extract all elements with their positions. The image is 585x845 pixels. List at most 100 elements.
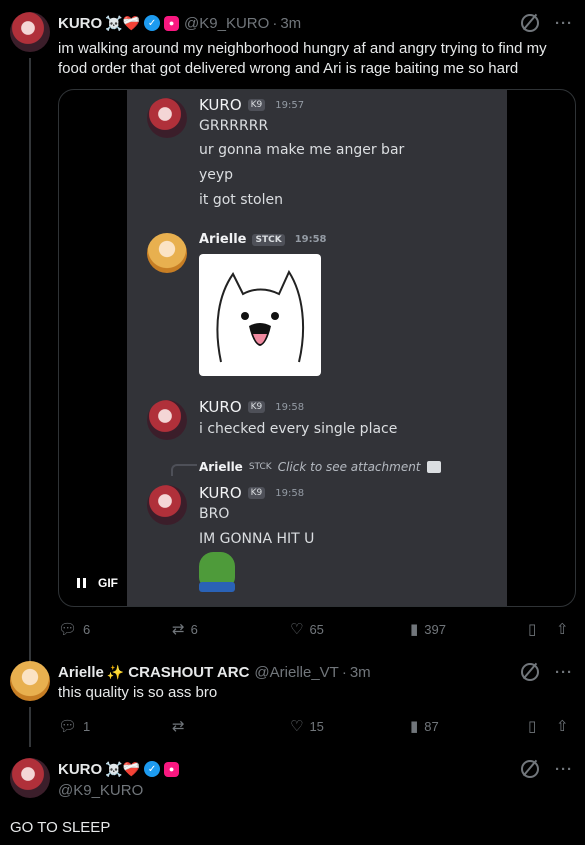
separator-dot: ·: [272, 14, 278, 32]
chat-username-text: KURO: [199, 96, 242, 114]
reply-connector: [171, 464, 197, 476]
chat-timestamp: 19:58: [275, 487, 305, 499]
display-name-suffix[interactable]: CRASHOUT ARC: [128, 664, 249, 681]
name-emoji: ☠️❤️‍🩹: [105, 760, 141, 777]
tweet-kuro-focused[interactable]: KURO ☠️❤️‍🩹 ✓ ● @K9_KURO ··· GO TO SLEEP: [0, 758, 585, 845]
gif-controls[interactable]: GIF: [77, 576, 118, 590]
like-count: 15: [309, 718, 324, 734]
retweet-button[interactable]: ⇄: [172, 717, 191, 735]
share-button[interactable]: ⇧: [556, 717, 569, 735]
retweet-icon: ⇄: [172, 621, 185, 638]
verified-badge-icon[interactable]: ✓: [144, 761, 161, 777]
share-button[interactable]: ⇧: [556, 620, 569, 638]
cat-sticker-image: [199, 254, 321, 376]
affiliate-badge-icon[interactable]: ●: [164, 15, 180, 31]
more-icon[interactable]: ···: [555, 761, 573, 778]
chat-username-text: KURO: [199, 398, 242, 416]
tweet-text: im walking around my neighborhood hungry…: [58, 40, 547, 77]
reply-text: Click to see attachment: [277, 460, 421, 474]
heart-icon: ♡: [290, 621, 304, 638]
chat-avatar-kuro: [147, 400, 187, 440]
chat-line: IM GONNA HIT U: [199, 531, 315, 547]
chat-line: it got stolen: [199, 192, 283, 208]
tweet-text: this quality is so ass bro: [58, 684, 218, 701]
views-button[interactable]: ▮ 87: [410, 717, 439, 735]
reply-count: 1: [83, 718, 91, 734]
tweet-top-actions: ···: [521, 12, 573, 34]
reply-icon: 💬︎: [58, 621, 78, 638]
bookmark-button[interactable]: ▯: [528, 717, 536, 735]
discord-screenshot: KURO K9 19:57 GRRRRRR ur gonna make me a…: [127, 90, 507, 606]
image-icon: [426, 461, 441, 473]
avatar[interactable]: [10, 758, 50, 798]
timestamp[interactable]: 3m: [280, 15, 301, 32]
chat-avatar-kuro: [147, 98, 187, 138]
avatar[interactable]: [10, 661, 50, 701]
chat-line: yeyp: [199, 167, 234, 183]
retweet-count: 6: [190, 621, 198, 637]
like-button[interactable]: ♡ 65: [290, 620, 324, 638]
handle[interactable]: @K9_KURO: [184, 15, 269, 32]
tweet-handle-row: @K9_KURO: [58, 779, 143, 801]
timestamp[interactable]: 3m: [350, 664, 371, 681]
pepe-emote-image: [199, 552, 235, 592]
views-button[interactable]: ▮ 397: [410, 620, 446, 638]
like-count: 65: [309, 621, 324, 637]
tweet-top-actions: ···: [521, 661, 573, 683]
reply-reference: Arielle STCK Click to see attachment: [199, 460, 441, 474]
view-count: 397: [424, 621, 446, 637]
grok-icon[interactable]: [521, 14, 539, 32]
tweet-kuro[interactable]: KURO ☠️❤️‍🩹 ✓ ● @K9_KURO · 3m ··· im wal…: [0, 12, 585, 662]
tweet-arielle[interactable]: Arielle ✨ CRASHOUT ARC @Arielle_VT · 3m …: [0, 661, 585, 747]
display-name[interactable]: KURO: [58, 761, 102, 778]
tweet-actions: 💬︎ 1 ⇄ ♡ 15 ▮ 87 ▯ ⇧: [58, 716, 578, 736]
retweet-button[interactable]: ⇄ 6: [172, 620, 198, 638]
reply-count: 6: [83, 621, 91, 637]
handle[interactable]: @K9_KURO: [58, 782, 143, 799]
gif-label: GIF: [98, 576, 118, 590]
thread-line: [29, 707, 31, 747]
affiliate-badge-icon[interactable]: ●: [164, 761, 180, 777]
name-emoji: ☠️❤️‍🩹: [105, 14, 141, 31]
reply-icon: 💬︎: [58, 718, 78, 735]
verified-badge-icon[interactable]: ✓: [144, 15, 161, 31]
chat-username: KURO K9 19:58: [199, 484, 304, 502]
chat-username: KURO K9 19:57: [199, 96, 304, 114]
reply-username: Arielle: [199, 460, 243, 474]
reply-button[interactable]: 💬︎ 6: [58, 620, 90, 638]
chat-tag: K9: [247, 99, 266, 111]
display-name[interactable]: Arielle: [58, 664, 104, 681]
display-name[interactable]: KURO: [58, 15, 102, 32]
thread-line: [29, 58, 31, 662]
pause-icon[interactable]: [77, 578, 86, 588]
bookmark-button[interactable]: ▯: [528, 620, 536, 638]
chat-tag: STCK: [252, 233, 285, 246]
more-icon[interactable]: ···: [555, 15, 573, 32]
tweet-header: Arielle ✨ CRASHOUT ARC @Arielle_VT · 3m: [58, 661, 371, 683]
chat-tag: K9: [247, 401, 266, 413]
grok-icon[interactable]: [521, 760, 539, 778]
chat-timestamp: 19:58: [275, 401, 305, 413]
like-button[interactable]: ♡ 15: [290, 717, 324, 735]
chat-line: BRO: [199, 506, 230, 522]
tweet-actions: 💬︎ 6 ⇄ 6 ♡ 65 ▮ 397 ▯ ⇧: [58, 619, 578, 639]
tweet-text: GO TO SLEEP: [10, 819, 111, 836]
more-icon[interactable]: ···: [555, 664, 573, 681]
share-icon: ⇧: [556, 718, 569, 735]
chat-username: KURO K9 19:58: [199, 398, 304, 416]
share-icon: ⇧: [556, 621, 569, 638]
chat-timestamp: 19:58: [294, 234, 327, 245]
view-count: 87: [424, 718, 439, 734]
chat-avatar-kuro: [147, 485, 187, 525]
chat-username: Arielle STCK 19:58: [199, 232, 327, 247]
gif-media[interactable]: KURO K9 19:57 GRRRRRR ur gonna make me a…: [58, 89, 576, 607]
handle[interactable]: @Arielle_VT: [254, 664, 338, 681]
grok-icon[interactable]: [521, 663, 539, 681]
chat-tag: K9: [247, 487, 266, 499]
avatar[interactable]: [10, 12, 50, 52]
chat-username-text: KURO: [199, 484, 242, 502]
reply-button[interactable]: 💬︎ 1: [58, 717, 90, 735]
retweet-icon: ⇄: [172, 718, 185, 735]
bookmark-icon: ▯: [528, 718, 537, 735]
chat-timestamp: 19:57: [275, 99, 305, 111]
